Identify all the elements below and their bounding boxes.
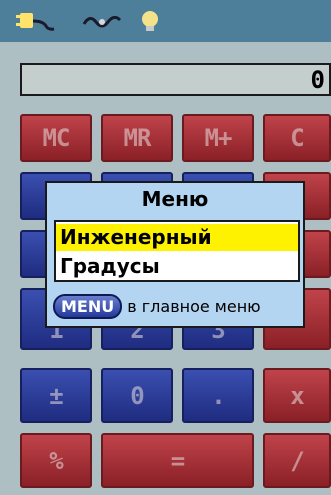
power-plug-icon bbox=[16, 13, 55, 31]
menu-hint-text: в главное меню bbox=[127, 296, 261, 316]
decimal-point-key[interactable]: . bbox=[182, 368, 254, 423]
mr-key-label: MR bbox=[123, 124, 152, 152]
zero-key[interactable]: 0 bbox=[101, 368, 173, 423]
m-plus-key-label: M+ bbox=[204, 124, 233, 152]
multiply-key-label: x bbox=[290, 381, 304, 410]
menu-title: Меню bbox=[141, 187, 209, 211]
calculator-display: 0 bbox=[20, 63, 331, 96]
backlight-icon bbox=[142, 11, 158, 31]
menu-item-engineering[interactable]: Инженерный bbox=[56, 224, 298, 251]
menu-list: Инженерный Градусы bbox=[54, 220, 300, 282]
multiply-key[interactable]: x bbox=[263, 368, 331, 423]
m-plus-key[interactable]: M+ bbox=[182, 114, 254, 162]
percent-key[interactable]: % bbox=[20, 433, 92, 488]
equals-key-label: = bbox=[170, 446, 185, 475]
mc-key-label: MC bbox=[42, 124, 71, 152]
plus-minus-key[interactable]: ± bbox=[20, 368, 92, 423]
equals-key[interactable]: = bbox=[101, 433, 254, 488]
status-bar bbox=[0, 0, 331, 42]
mc-key[interactable]: MC bbox=[20, 114, 92, 162]
menu-button-icon: MENU bbox=[53, 293, 123, 319]
zero-key-label: 0 bbox=[130, 381, 144, 410]
display-value: 0 bbox=[310, 66, 325, 94]
menu-dialog: Меню Инженерный Градусы MENU в главное м… bbox=[45, 181, 305, 328]
percent-key-label: % bbox=[49, 446, 63, 475]
mr-key[interactable]: MR bbox=[101, 114, 173, 162]
divide-key[interactable]: / bbox=[263, 433, 331, 488]
decimal-point-key-label: . bbox=[211, 381, 225, 410]
menu-hint: MENU в главное меню bbox=[53, 293, 261, 319]
clear-key[interactable]: C bbox=[263, 114, 331, 162]
divide-key-label: / bbox=[290, 446, 304, 475]
plus-minus-key-label: ± bbox=[49, 381, 63, 410]
clear-key-label: C bbox=[290, 124, 304, 152]
menu-item-degrees[interactable]: Градусы bbox=[56, 253, 298, 280]
power-cable-icon bbox=[82, 15, 122, 28]
